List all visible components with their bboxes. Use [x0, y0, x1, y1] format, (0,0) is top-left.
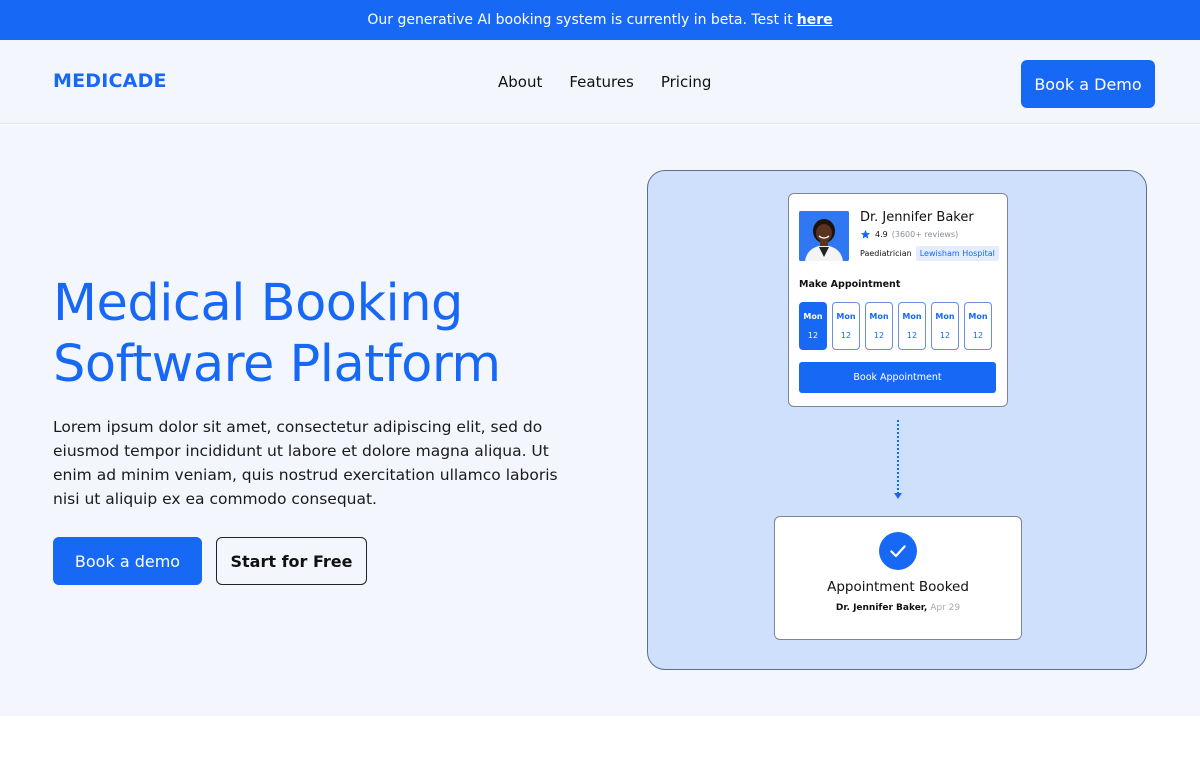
day-option[interactable]: Mon 12 — [931, 302, 959, 350]
confirmation-details: Dr. Jennifer Baker, Apr 29 — [775, 603, 1021, 613]
confirmation-doctor: Dr. Jennifer Baker, — [835, 603, 928, 613]
confirmation-date: Apr 29 — [930, 603, 961, 613]
day-date: 12 — [939, 331, 951, 340]
specialty-label: Paediatrician — [860, 249, 912, 258]
confirmation-title: Appointment Booked — [827, 579, 969, 595]
flow-connector — [897, 420, 899, 494]
star-icon — [860, 229, 871, 239]
nav-link-about[interactable]: About — [498, 73, 542, 91]
day-option[interactable]: Mon 12 — [865, 302, 893, 350]
banner-link[interactable]: here — [797, 12, 833, 28]
day-date: 12 — [906, 331, 918, 340]
doctor-tags: Paediatrician Lewisham Hospital — [860, 246, 999, 261]
day-date: 12 — [840, 331, 852, 340]
banner-text: Our generative AI booking system is curr… — [367, 12, 793, 28]
day-selector: Mon 12 Mon 12 Mon 12 Mon 12 Mon 12 Mon 1… — [799, 302, 992, 350]
announcement-banner: Our generative AI booking system is curr… — [0, 0, 1200, 40]
day-option[interactable]: Mon 12 — [964, 302, 992, 350]
doctor-name: Dr. Jennifer Baker — [860, 210, 974, 225]
day-name: Mon — [902, 312, 922, 321]
hero-section: Medical Booking Software Platform Lorem … — [0, 125, 1200, 716]
booking-illustration: Dr. Jennifer Baker 4.9 (3600+ reviews) P… — [647, 170, 1147, 670]
day-date: 12 — [873, 331, 885, 340]
hero-title: Medical Booking Software Platform — [53, 274, 501, 394]
doctor-rating: 4.9 (3600+ reviews) — [860, 229, 958, 240]
day-option[interactable]: Mon 12 — [832, 302, 860, 350]
nav-links: About Features Pricing — [498, 73, 711, 91]
day-name: Mon — [869, 312, 889, 321]
day-name: Mon — [803, 312, 823, 321]
day-option[interactable]: Mon 12 — [898, 302, 926, 350]
logo[interactable]: MEDICADE — [53, 70, 167, 92]
start-free-button[interactable]: Start for Free — [216, 537, 367, 585]
confirmation-card: Appointment Booked Dr. Jennifer Baker, A… — [774, 516, 1022, 640]
nav-link-features[interactable]: Features — [569, 73, 634, 91]
nav-link-pricing[interactable]: Pricing — [661, 73, 712, 91]
day-name: Mon — [836, 312, 856, 321]
day-date: 12 — [972, 331, 984, 340]
check-icon — [879, 532, 917, 570]
day-option[interactable]: Mon 12 — [799, 302, 827, 350]
review-count: (3600+ reviews) — [891, 230, 959, 239]
book-demo-button[interactable]: Book a demo — [53, 537, 202, 585]
day-name: Mon — [968, 312, 988, 321]
make-appointment-label: Make Appointment — [799, 279, 901, 290]
doctor-avatar — [799, 211, 849, 261]
navbar: MEDICADE About Features Pricing Book a D… — [0, 40, 1200, 124]
arrow-down-icon — [894, 493, 902, 499]
hero-description: Lorem ipsum dolor sit amet, consectetur … — [53, 418, 558, 508]
day-date: 12 — [807, 331, 819, 340]
day-name: Mon — [935, 312, 955, 321]
book-a-demo-button[interactable]: Book a Demo — [1021, 60, 1155, 108]
doctor-card: Dr. Jennifer Baker 4.9 (3600+ reviews) P… — [788, 193, 1008, 407]
rating-value: 4.9 — [875, 230, 888, 239]
hospital-badge: Lewisham Hospital — [915, 246, 999, 261]
book-appointment-button[interactable]: Book Appointment — [799, 362, 996, 393]
